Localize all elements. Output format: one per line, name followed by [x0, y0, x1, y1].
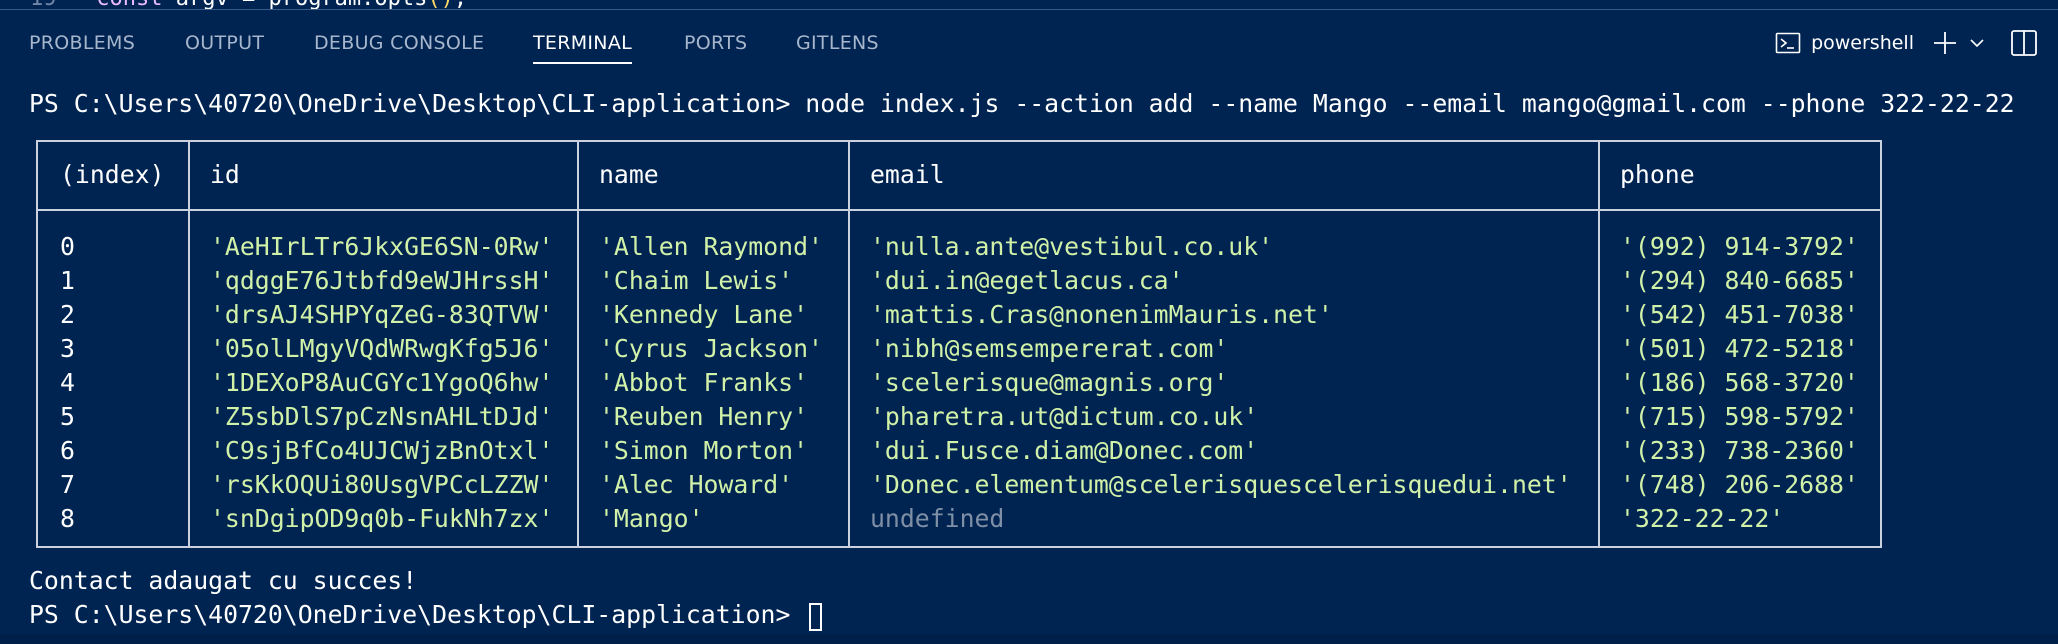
cell-index: 1: [60, 266, 75, 295]
terminal-icon[interactable]: [1775, 31, 1801, 55]
success-message: Contact adaugat cu succes!: [29, 566, 418, 595]
cell-id: 'Z5sbDlS7pCzNsnAHLtDJd': [210, 402, 554, 431]
cell-phone: '(294) 840-6685': [1620, 266, 1859, 295]
column-divider: [848, 142, 850, 546]
cell-name: 'Simon Morton': [599, 436, 809, 465]
terminal-actions: powershell: [1775, 28, 2038, 58]
cell-phone: '(715) 598-5792': [1620, 402, 1859, 431]
cell-email: 'scelerisque@magnis.org': [870, 368, 1229, 397]
cell-phone: '(542) 451-7038': [1620, 300, 1859, 329]
cell-index: 0: [60, 232, 75, 261]
command-line: PS C:\Users\40720\OneDrive\Desktop\CLI-a…: [29, 89, 2015, 118]
code-paren: (): [427, 0, 454, 9]
column-header-email: email: [870, 160, 945, 189]
cell-id: 'rsKkOQUi80UsgVPCcLZZW': [210, 470, 554, 499]
cell-email: 'Donec.elementum@scelerisquescelerisqued…: [870, 470, 1572, 499]
cell-email: undefined: [870, 504, 1005, 533]
cell-index: 8: [60, 504, 75, 533]
cell-name: 'Cyrus Jackson': [599, 334, 823, 363]
cell-name: 'Allen Raymond': [599, 232, 823, 261]
cell-email: 'nibh@semsempererat.com': [870, 334, 1229, 363]
cell-name: 'Mango': [599, 504, 704, 533]
cell-index: 4: [60, 368, 75, 397]
cell-index: 3: [60, 334, 75, 363]
cell-email: 'dui.in@egetlacus.ca': [870, 266, 1184, 295]
prompt-text: PS C:\Users\40720\OneDrive\Desktop\CLI-a…: [29, 600, 806, 629]
cell-id: 'qdggE76Jtbfd9eWJHrssH': [210, 266, 554, 295]
cell-id: 'drsAJ4SHPYqZeG-83QTVW': [210, 300, 554, 329]
column-divider: [188, 142, 190, 546]
tab-gitlens[interactable]: GITLENS: [796, 32, 879, 54]
split-terminal-icon[interactable]: [2010, 29, 2038, 57]
cell-index: 2: [60, 300, 75, 329]
prompt-line[interactable]: PS C:\Users\40720\OneDrive\Desktop\CLI-a…: [29, 600, 805, 629]
header-divider: [38, 209, 1880, 211]
cell-id: 'snDgipOD9q0b-FukNh7zx': [210, 504, 554, 533]
tab-problems[interactable]: PROBLEMS: [29, 32, 135, 54]
tab-output[interactable]: OUTPUT: [185, 32, 264, 54]
chevron-down-icon[interactable]: [1968, 34, 1986, 52]
cell-name: 'Chaim Lewis': [599, 266, 794, 295]
cell-email: 'dui.Fusce.diam@Donec.com': [870, 436, 1259, 465]
cell-name: 'Reuben Henry': [599, 402, 809, 431]
vscode-panel: 19 const argv = program.opts(); PROBLEMS…: [0, 0, 2058, 644]
column-divider: [577, 142, 579, 546]
status-strip: [0, 634, 2058, 644]
cell-index: 6: [60, 436, 75, 465]
code-line: 19 const argv = program.opts();: [30, 0, 467, 9]
cell-index: 7: [60, 470, 75, 499]
tab-debug-console[interactable]: DEBUG CONSOLE: [314, 32, 484, 54]
cell-email: 'mattis.Cras@nonenimMauris.net': [870, 300, 1333, 329]
column-divider: [1598, 142, 1600, 546]
shell-name[interactable]: powershell: [1811, 32, 1914, 54]
column-header-phone: phone: [1620, 160, 1695, 189]
console-table: (index) id name email phone 0 'AeHIrLTr6J…: [36, 140, 1882, 548]
cell-phone: '(501) 472-5218': [1620, 334, 1859, 363]
tab-terminal[interactable]: TERMINAL: [533, 32, 633, 64]
line-number: 19: [30, 0, 57, 9]
terminal-cursor: [809, 603, 822, 631]
editor-peek: 19 const argv = program.opts();: [0, 0, 2058, 10]
cell-index: 5: [60, 402, 75, 431]
cell-phone: '(186) 568-3720': [1620, 368, 1859, 397]
panel-tab-bar: PROBLEMS OUTPUT DEBUG CONSOLE TERMINAL P…: [0, 10, 2058, 72]
code-semicolon: ;: [454, 0, 467, 9]
column-header-name: name: [599, 160, 659, 189]
cell-phone: '(233) 738-2360': [1620, 436, 1859, 465]
column-header-id: id: [210, 160, 240, 189]
cell-id: 'AeHIrLTr6JkxGE6SN-0Rw': [210, 232, 554, 261]
column-header-index: (index): [60, 160, 165, 189]
code-keyword: const: [96, 0, 162, 9]
cell-email: 'pharetra.ut@dictum.co.uk': [870, 402, 1259, 431]
code-expression: = program.opts: [229, 0, 427, 9]
code-identifier: argv: [176, 0, 229, 9]
cell-name: 'Abbot Franks': [599, 368, 809, 397]
cell-email: 'nulla.ante@vestibul.co.uk': [870, 232, 1274, 261]
cell-id: '05olLMgyVQdWRwgKfg5J6': [210, 334, 554, 363]
cell-id: 'C9sjBfCo4UJCWjzBnOtxl': [210, 436, 554, 465]
cell-name: 'Kennedy Lane': [599, 300, 809, 329]
cell-phone: '(992) 914-3792': [1620, 232, 1859, 261]
plus-icon[interactable]: [1932, 30, 1958, 56]
cell-phone: '(748) 206-2688': [1620, 470, 1859, 499]
tab-ports[interactable]: PORTS: [684, 32, 747, 54]
cell-name: 'Alec Howard': [599, 470, 794, 499]
cell-phone: '322-22-22': [1620, 504, 1785, 533]
cell-id: '1DEXoP8AuCGYc1YgoQ6hw': [210, 368, 554, 397]
